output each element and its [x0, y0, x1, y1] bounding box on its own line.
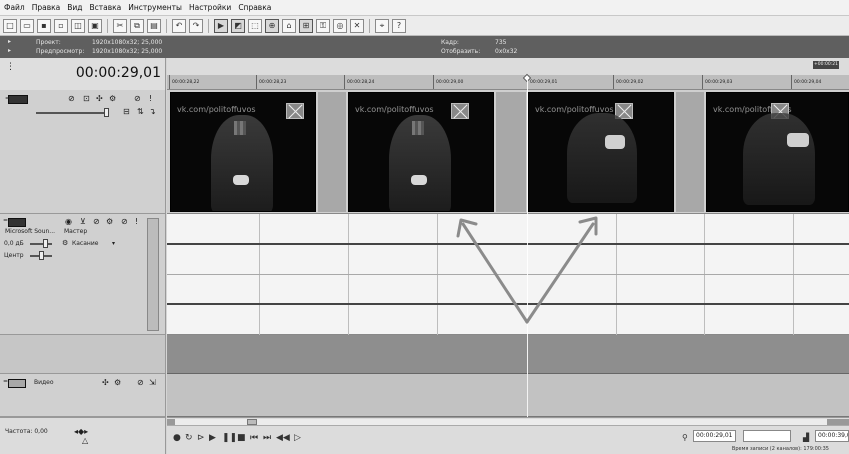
loop-icon[interactable]: ↻	[185, 433, 193, 443]
arrow-left-shaft	[461, 222, 529, 324]
end-time-field[interactable]: 00:00:39,0	[815, 430, 849, 442]
rate-triangle-icon[interactable]: △	[82, 436, 88, 445]
rate-panel: Частота: 0,00 ◂◆▸ △	[0, 417, 166, 454]
horizontal-scrollbar[interactable]	[167, 419, 849, 426]
selection-length-field[interactable]	[743, 430, 791, 442]
loop-region-icon: ▟	[803, 433, 810, 442]
record-icon[interactable]: ●	[173, 433, 181, 443]
stop-icon[interactable]: ■	[237, 433, 246, 443]
arrow-right-shaft	[525, 222, 595, 324]
scroll-left-icon[interactable]	[167, 419, 175, 425]
rate-label: Частота: 0,00	[5, 428, 48, 435]
annotation-arrows	[456, 216, 598, 324]
zoom-controls[interactable]	[827, 419, 849, 425]
cursor-position-icon: ⚲	[682, 433, 688, 442]
play-from-start-icon[interactable]: ⊳	[197, 433, 205, 443]
go-to-end-icon[interactable]: ⏭	[263, 433, 271, 443]
status-text: Время записи (2 каналов): 179:00:35	[731, 446, 829, 452]
transport-bar: ● ↻ ⊳ ▶ ❚❚ ■ ⏮ ⏭ ◀◀ ▷ ⚲ 00:00:29,01 ▟ 00…	[167, 417, 849, 454]
rate-slider-icon[interactable]: ◂◆▸	[74, 427, 88, 436]
play-icon[interactable]: ▶	[209, 433, 216, 443]
cursor-position-field[interactable]: 00:00:29,01	[693, 430, 736, 442]
go-to-start-icon[interactable]: ⏮	[250, 433, 258, 443]
previous-frame-icon[interactable]: ◀◀	[276, 433, 290, 443]
scroll-thumb[interactable]	[247, 419, 257, 425]
pause-icon[interactable]: ❚❚	[222, 433, 237, 443]
next-frame-icon[interactable]: ▷	[294, 433, 301, 443]
